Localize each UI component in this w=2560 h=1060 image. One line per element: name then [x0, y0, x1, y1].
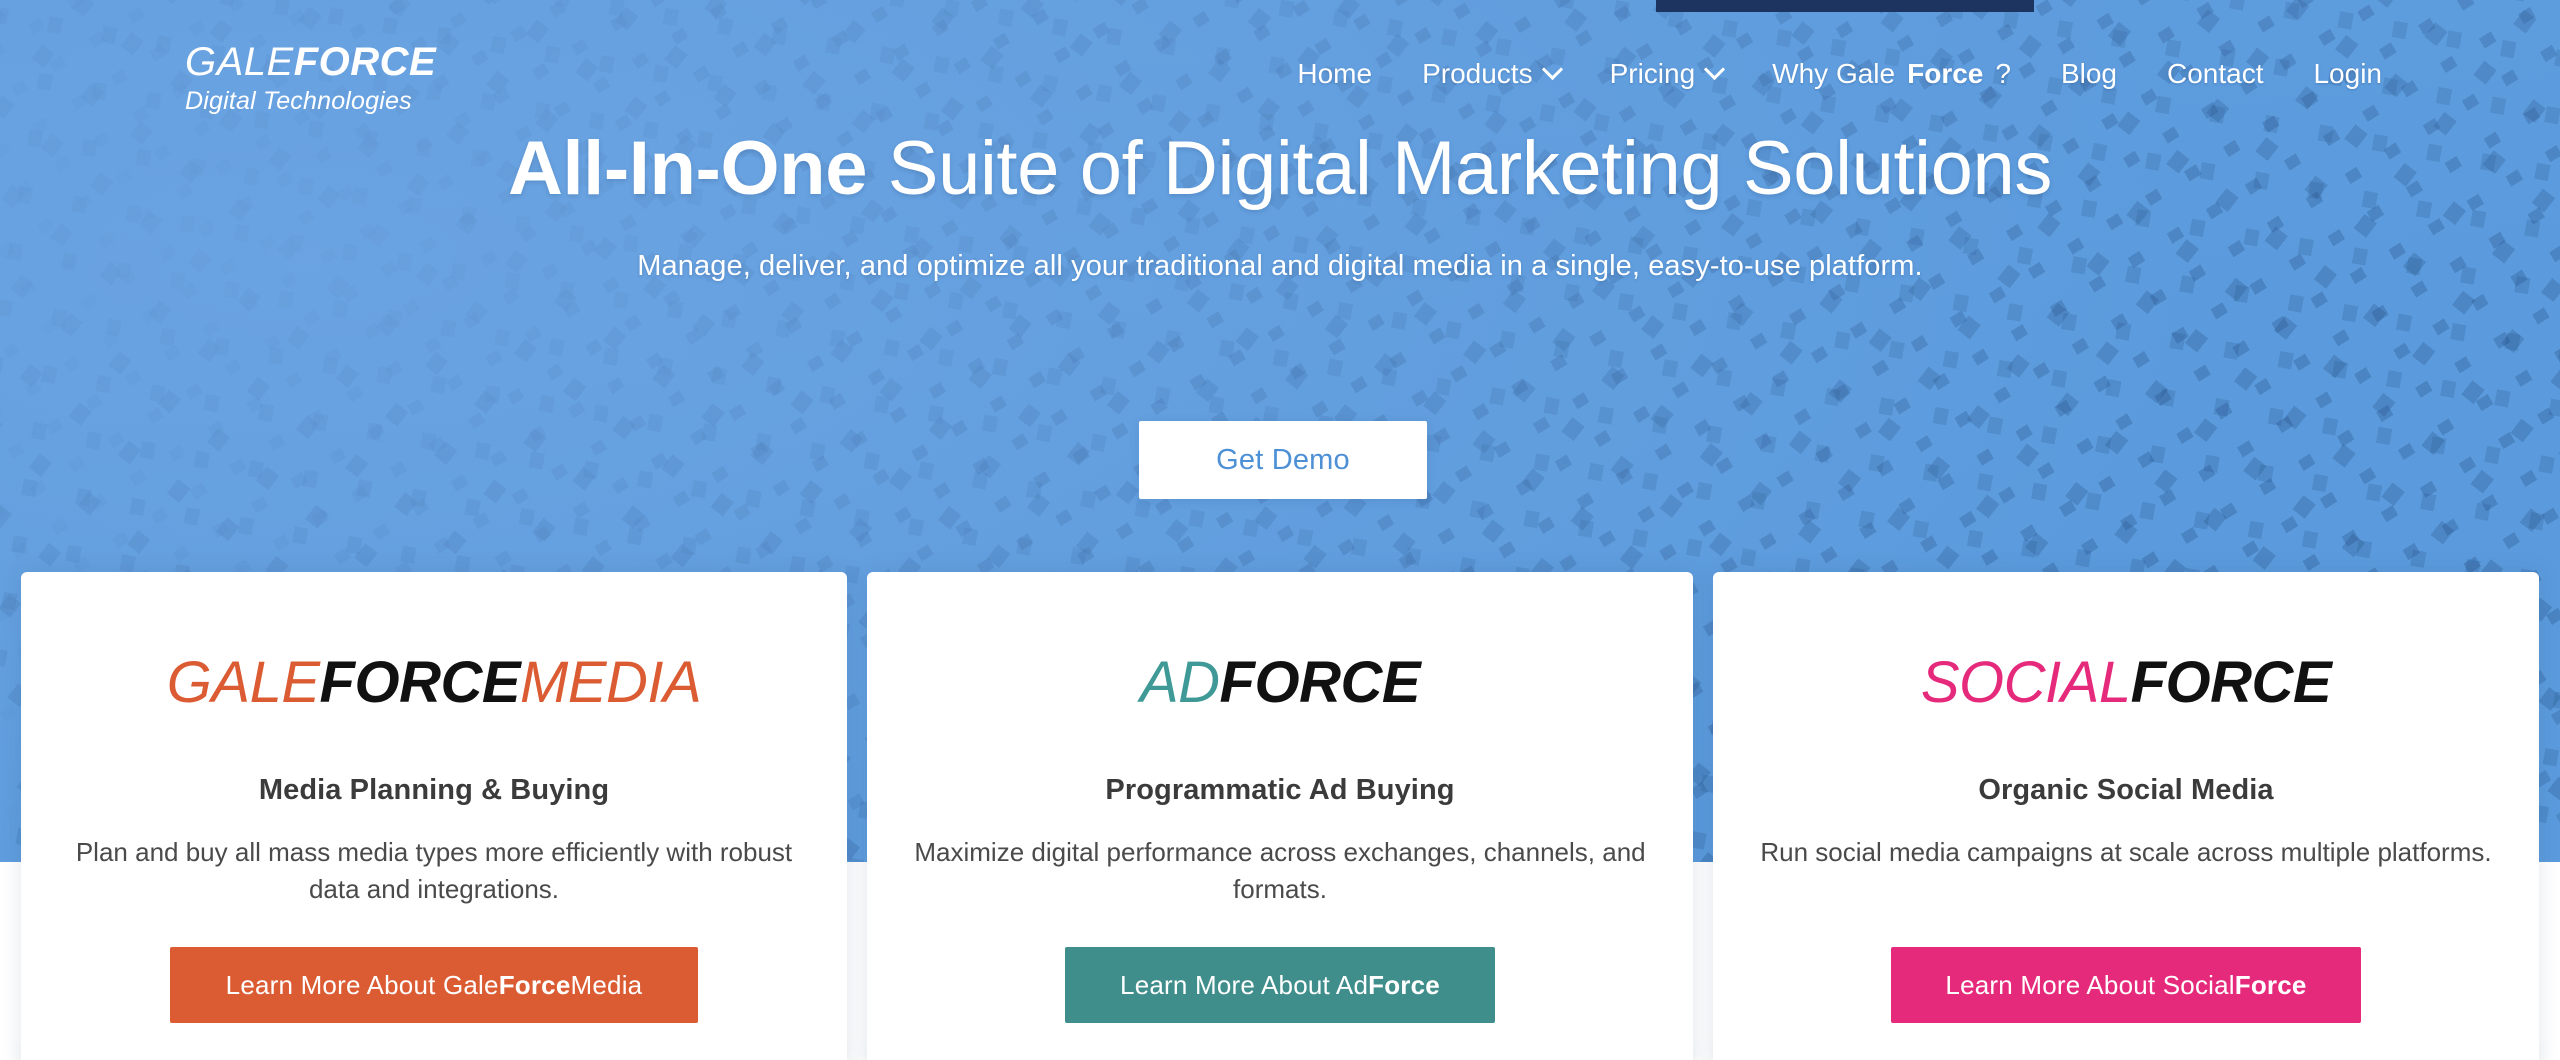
page-root: GALEFORCE Digital Technologies Home Prod… — [0, 0, 2560, 1060]
nav-label-pricing: Pricing — [1609, 58, 1696, 89]
chevron-down-icon — [1704, 58, 1726, 80]
card-description: Maximize digital performance across exch… — [914, 837, 1646, 904]
brand-part-2: FORCE — [2130, 650, 2332, 715]
brand-part-2: FORCE — [1219, 650, 1421, 715]
product-card-row: GALEFORCEMEDIA Media Planning & Buying P… — [0, 572, 2560, 1060]
product-card-adforce: ADFORCE Programmatic Ad Buying Maximize … — [867, 572, 1693, 1060]
learn-more-socialforce-button[interactable]: Learn More About Social Force — [1891, 947, 2361, 1023]
logo-tagline: Digital Technologies — [185, 87, 412, 115]
nav-label-products: Products — [1422, 58, 1533, 89]
learn-more-galeforcemedia-button[interactable]: Learn More About Gale Force Media — [170, 947, 698, 1023]
cta-text-pre: Learn More About Gale — [225, 969, 499, 1000]
product-card-galeforcemedia: GALEFORCEMEDIA Media Planning & Buying P… — [21, 572, 847, 1060]
nav-label-why-bold: Force — [1907, 58, 1984, 89]
card-description: Run social media campaigns at scale acro… — [1760, 837, 2492, 867]
nav-item-contact[interactable]: Contact — [2167, 58, 2264, 90]
nav-item-home[interactable]: Home — [1297, 58, 1372, 90]
nav-item-blog[interactable]: Blog — [2061, 58, 2117, 90]
logo-wordmark: GALEFORCE — [185, 42, 436, 82]
cta-text-post: Media — [570, 969, 643, 1000]
primary-navigation: Home Products Pricing Why Gale Force? Blo… — [1297, 58, 2382, 90]
chevron-down-icon — [1541, 58, 1563, 80]
get-demo-button[interactable]: Get Demo — [1139, 421, 1427, 499]
top-navy-bar — [1656, 0, 2034, 12]
brand-logo-socialforce: SOCIALFORCE — [1921, 654, 2332, 712]
cta-text-bold: Force — [498, 969, 571, 1000]
cta-text-pre: Learn More About Ad — [1120, 969, 1369, 1000]
nav-label-login: Login — [2313, 58, 2382, 89]
nav-label-home: Home — [1297, 58, 1373, 89]
nav-label-blog: Blog — [2060, 58, 2117, 89]
site-logo[interactable]: GALEFORCE Digital Technologies — [185, 42, 436, 114]
brand-part-2: FORCE — [319, 650, 521, 715]
brand-part-1: SOCIAL — [1920, 650, 2131, 715]
card-title: Programmatic Ad Buying — [1105, 774, 1455, 806]
nav-item-products[interactable]: Products — [1422, 58, 1563, 90]
cta-text-bold: Force — [1368, 969, 1440, 1000]
product-card-socialforce: SOCIALFORCE Organic Social Media Run soc… — [1713, 572, 2539, 1060]
card-title: Organic Social Media — [1978, 774, 2274, 806]
card-title: Media Planning & Buying — [258, 774, 610, 806]
cta-text-pre: Learn More About Social — [1945, 969, 2235, 1000]
nav-label-why-pre: Why Gale — [1772, 58, 1896, 89]
nav-label-why-post: ? — [1995, 58, 2011, 89]
nav-label-contact: Contact — [2166, 58, 2264, 89]
brand-logo-galeforcemedia: GALEFORCEMEDIA — [167, 654, 702, 712]
brand-part-3: MEDIA — [520, 650, 702, 715]
nav-item-why-galeforce[interactable]: Why Gale Force? — [1772, 58, 2011, 90]
logo-word-gale: GALE — [185, 40, 294, 84]
site-header: GALEFORCE Digital Technologies Home Prod… — [0, 0, 2560, 150]
nav-item-login[interactable]: Login — [2313, 58, 2382, 90]
brand-part-1: GALE — [166, 650, 320, 715]
card-description: Plan and buy all mass media types more e… — [75, 837, 793, 904]
brand-part-1: AD — [1139, 650, 1220, 715]
learn-more-adforce-button[interactable]: Learn More About Ad Force — [1065, 947, 1495, 1023]
logo-word-force: FORCE — [293, 40, 437, 84]
cta-text-bold: Force — [2234, 969, 2307, 1000]
brand-logo-adforce: ADFORCE — [1140, 654, 1421, 712]
hero-subheadline: Manage, deliver, and optimize all your t… — [637, 250, 1923, 283]
nav-item-pricing[interactable]: Pricing — [1609, 58, 1726, 90]
